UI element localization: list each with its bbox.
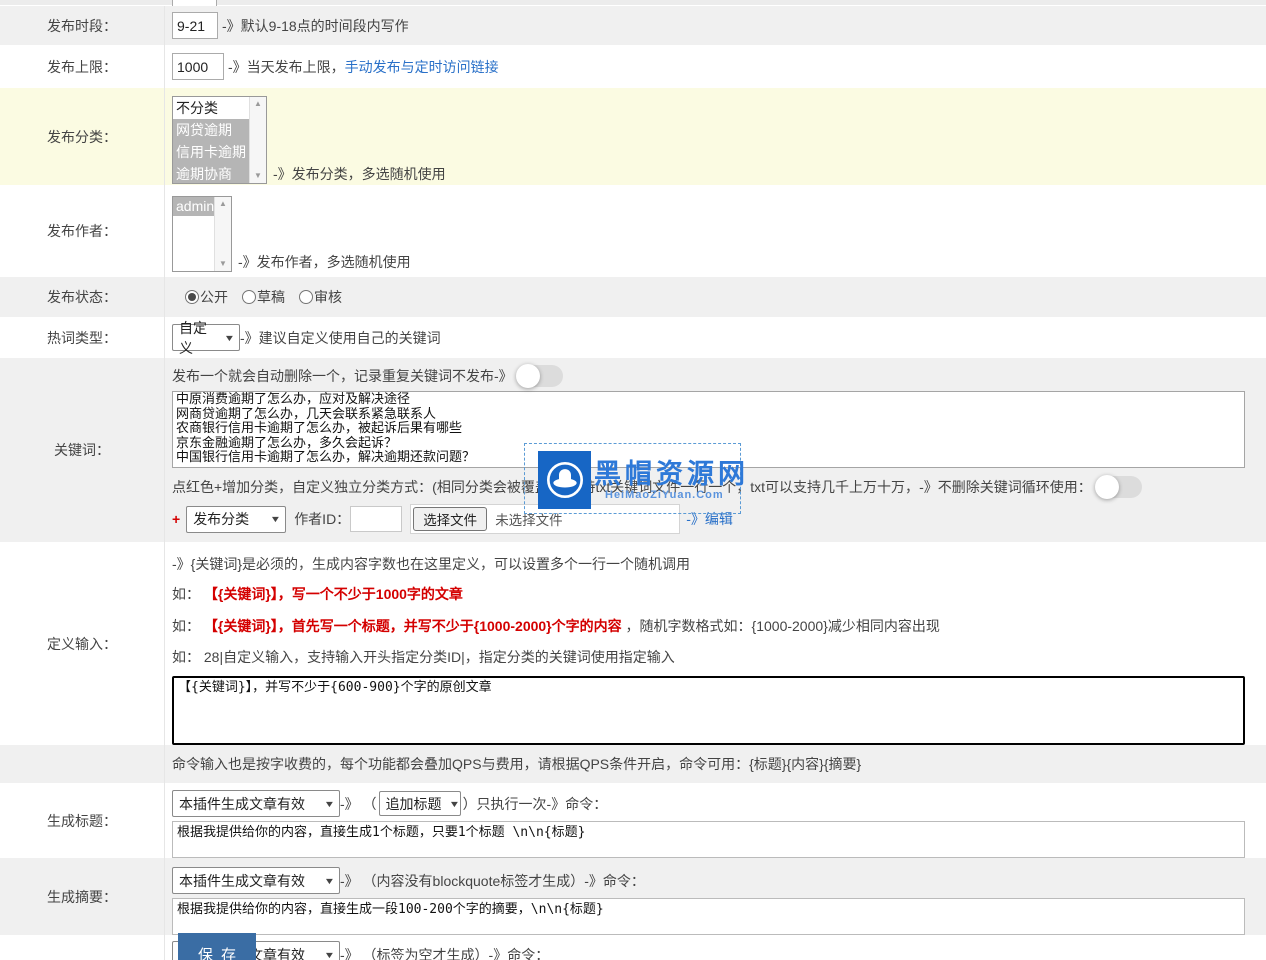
gen-title-pre2: -》 （ [340, 794, 377, 814]
publish-category-label: 发布分类： [0, 88, 165, 185]
radio-selected-icon[interactable] [185, 290, 199, 304]
radio-review[interactable]: 审核 [299, 287, 342, 307]
dedup-toggle[interactable] [517, 365, 563, 387]
author-id-label: 作者ID： [294, 509, 350, 529]
row-gen-title: 生成标题： 本插件生成文章有效 ▼ -》 （ 追加标题 ▼ ）只执行一次-》命令… [0, 783, 1266, 858]
gen-summary-command-textarea[interactable]: 根据我提供给你的内容，直接生成一段100-200个字的摘要，\n\n{标题} [172, 898, 1245, 935]
row-publish-status: 发布状态： 公开 草稿 审核 [0, 277, 1266, 317]
row-publish-time: 发布时段： -》默认9-18点的时间段内写作 [0, 6, 1266, 45]
publish-limit-desc: -》当天发布上限， [228, 57, 345, 77]
keywords-toggle2-text: -》不删除关键词循环使用： [919, 477, 1092, 497]
gen-summary-mode-select[interactable]: 本插件生成文章有效 ▼ [172, 867, 340, 894]
radio-unselected-icon[interactable] [242, 290, 256, 304]
publish-status-label: 发布状态： [0, 277, 165, 317]
publish-time-desc: -》默认9-18点的时间段内写作 [222, 16, 409, 36]
gen-title-append-select[interactable]: 追加标题 ▼ [379, 791, 461, 816]
gen-title-label: 生成标题： [0, 783, 165, 858]
save-button[interactable]: 保存 [178, 933, 256, 960]
row-define-input: 定义输入： -》{关键词}是必须的，生成内容字数也在这里定义，可以设置多个一行一… [0, 542, 1266, 745]
scroll-down-icon[interactable]: ▼ [219, 260, 227, 268]
keyword-category-select[interactable]: 发布分类 ▼ [186, 506, 286, 533]
define-input-label: 定义输入： [0, 542, 165, 745]
gen-title-post2: ）只执行一次-》命令： [463, 794, 608, 814]
radio-public[interactable]: 公开 [185, 287, 228, 307]
hotword-type-label: 热词类型： [0, 317, 165, 358]
publish-author-label: 发布作者： [0, 185, 165, 277]
plugin-settings-page: 发布时段： -》默认9-18点的时间段内写作 发布上限： -》当天发布上限， 手… [0, 0, 1266, 960]
gen-summary-mid: -》 （内容没有blockquote标签才生成）-》命令： [340, 871, 645, 891]
define-input-textarea[interactable]: 【{关键词}】，并写不少于{600-900}个字的原创文章 [172, 676, 1245, 745]
gen-tags-mid: -》 （标签为空才生成）-》命令： [340, 945, 549, 960]
publish-limit-input[interactable] [172, 53, 224, 80]
multiselect-scrollbar[interactable]: ▲ ▼ [249, 97, 266, 183]
chevron-down-icon: ▼ [324, 876, 336, 886]
row-command-note: 命令输入也是按字收费的，每个功能都会叠加QPS与费用，请根据QPS条件开启，命令… [0, 745, 1266, 783]
black-hat-logo-icon [538, 451, 591, 509]
chevron-down-icon: ▼ [224, 333, 236, 343]
publish-time-input[interactable] [172, 12, 218, 39]
watermark-subtitle: HeiMaoZiYuan.Com [605, 489, 724, 501]
keyword-loop-toggle[interactable] [1096, 476, 1142, 498]
author-option[interactable]: admin [173, 197, 214, 216]
keywords-label: 关键词： [0, 358, 165, 542]
row-publish-author: 发布作者： admin ▲ ▼ -》发布作者，多选随机使用 [0, 185, 1266, 277]
gen-summary-label: 生成摘要： [0, 858, 165, 935]
define-example3: 28|自定义输入，支持输入开头指定分类ID|，指定分类的关键词使用指定输入 [204, 649, 675, 665]
category-option[interactable]: 逾期协商 [173, 163, 249, 183]
define-example1: 【{关键词}】，写一个不少于1000字的文章 [204, 586, 463, 602]
choose-file-button[interactable]: 选择文件 [413, 507, 487, 531]
scroll-up-icon[interactable]: ▲ [254, 100, 262, 108]
multiselect-scrollbar[interactable]: ▲ ▼ [214, 197, 231, 271]
chevron-down-icon: ▼ [270, 514, 282, 524]
row-hotword-type: 热词类型： 自定义 ▼ -》建议自定义使用自己的关键词 [0, 317, 1266, 358]
watermark: 黑帽资源网 HeiMaoZiYuan.Com [524, 443, 741, 514]
chevron-down-icon: ▼ [324, 950, 336, 960]
publish-category-multiselect[interactable]: 不分类 网贷逾期 信用卡逾期 逾期协商 ▲ ▼ [172, 96, 267, 184]
radio-draft[interactable]: 草稿 [242, 287, 285, 307]
publish-category-desc: -》发布分类，多选随机使用 [273, 164, 446, 184]
category-option[interactable]: 不分类 [173, 97, 249, 119]
keywords-toggle1-text: 发布一个就会自动删除一个，记录重复关键词不发布-》 [172, 366, 513, 386]
author-id-input[interactable] [350, 506, 402, 532]
command-note-text: 命令输入也是按字收费的，每个功能都会叠加QPS与费用，请根据QPS条件开启，命令… [172, 754, 1266, 774]
row-gen-summary: 生成摘要： 本插件生成文章有效 ▼ -》 （内容没有blockquote标签才生… [0, 858, 1266, 935]
manual-publish-link[interactable]: 手动发布与定时访问链接 [345, 57, 499, 77]
hotword-type-select[interactable]: 自定义 ▼ [172, 324, 240, 351]
category-option[interactable]: 网贷逾期 [173, 119, 249, 141]
gen-title-command-textarea[interactable]: 根据我提供给你的内容，直接生成1个标题，只要1个标题 \n\n{标题} [172, 821, 1245, 858]
chevron-down-icon: ▼ [448, 799, 460, 809]
publish-time-label: 发布时段： [0, 6, 165, 45]
gen-title-mode-select[interactable]: 本插件生成文章有效 ▼ [172, 790, 340, 817]
hotword-type-desc: -》建议自定义使用自己的关键词 [240, 328, 441, 348]
add-category-button[interactable]: + [172, 511, 180, 527]
watermark-title: 黑帽资源网 [594, 452, 749, 491]
publish-author-desc: -》发布作者，多选随机使用 [238, 252, 411, 272]
scroll-down-icon[interactable]: ▼ [254, 172, 262, 180]
chevron-down-icon: ▼ [324, 799, 336, 809]
scroll-up-icon[interactable]: ▲ [219, 200, 227, 208]
define-input-line1: -》{关键词}是必须的，生成内容字数也在这里定义，可以设置多个一行一个随机调用 [172, 554, 1266, 574]
define-example2: 【{关键词}】，首先写一个标题，并写不少于{1000-2000}个字的内容 [204, 618, 622, 634]
publish-limit-label: 发布上限： [0, 45, 165, 88]
radio-unselected-icon[interactable] [299, 290, 313, 304]
row-publish-limit: 发布上限： -》当天发布上限， 手动发布与定时访问链接 [0, 45, 1266, 88]
category-option[interactable]: 信用卡逾期 [173, 141, 249, 163]
row-publish-category: 发布分类： 不分类 网贷逾期 信用卡逾期 逾期协商 ▲ ▼ -》发布分类，多选随… [0, 88, 1266, 185]
publish-author-multiselect[interactable]: admin ▲ ▼ [172, 196, 232, 272]
